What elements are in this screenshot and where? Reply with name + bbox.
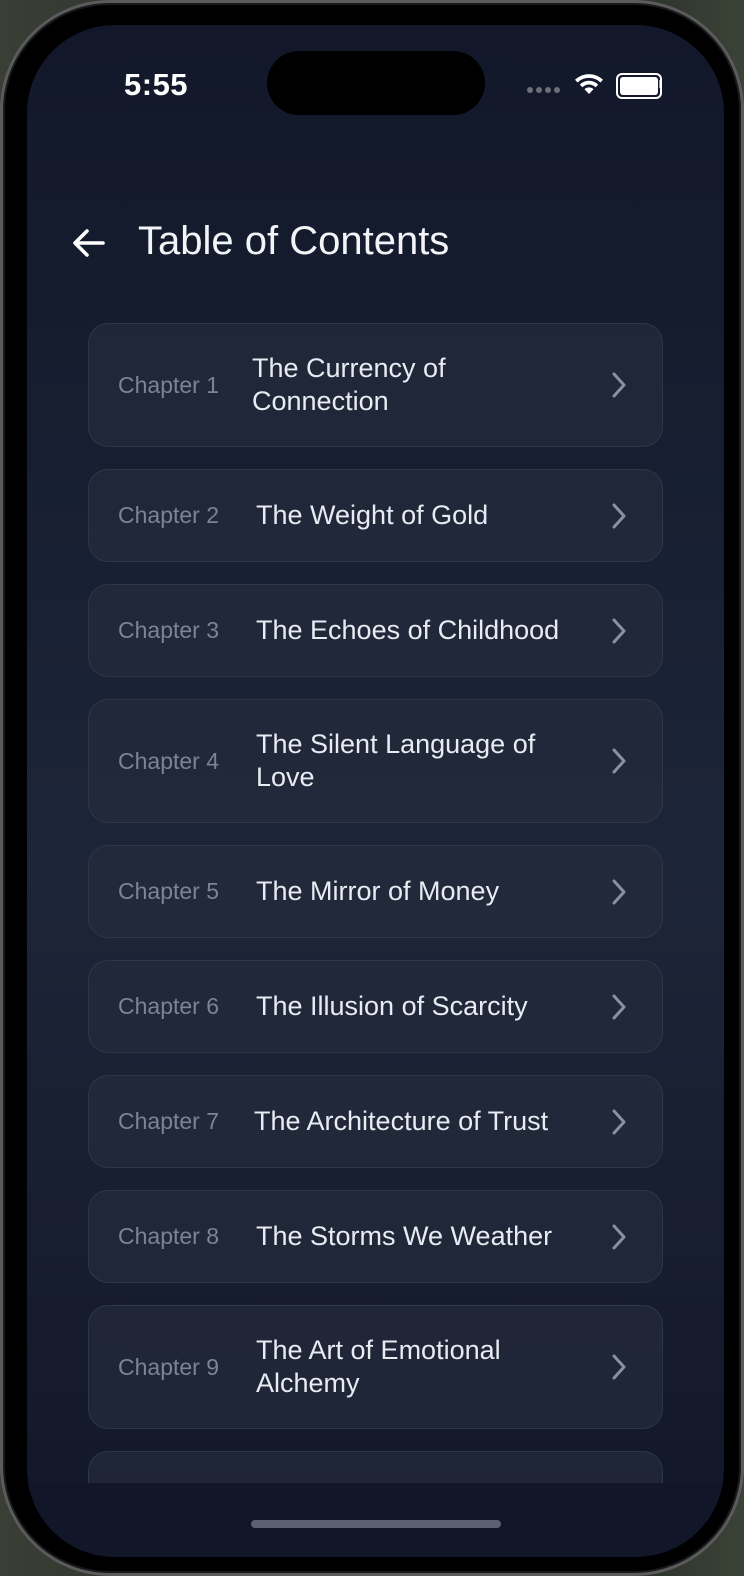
chapter-label: Chapter 2	[118, 502, 220, 528]
chapter-label: Chapter 7	[118, 1108, 220, 1134]
chapter-title: The Weight of Gold	[256, 500, 489, 530]
chapter-title: The Silent Language of Love	[256, 729, 536, 792]
chapter-row-6[interactable]: Chapter 6 The Illusion of Scarcity	[88, 960, 663, 1053]
chapter-row-7[interactable]: Chapter 7 The Architecture of Trust	[88, 1075, 663, 1168]
chapter-label: Chapter 5	[118, 878, 220, 904]
chevron-right-icon	[612, 748, 626, 774]
header: Table of Contents	[27, 215, 724, 275]
wifi-icon	[575, 74, 603, 94]
chapter-label: Chapter 8	[118, 1223, 220, 1249]
chapter-row-8[interactable]: Chapter 8 The Storms We Weather	[88, 1190, 663, 1283]
chevron-right-icon	[612, 879, 626, 904]
chapter-row-9[interactable]: Chapter 9 The Art of Emotional Alchemy	[88, 1305, 663, 1429]
app-screen: 5:55 Table of Contents Chapter 1 The Cur…	[27, 25, 724, 1557]
chapter-row-3[interactable]: Chapter 3 The Echoes of Childhood	[88, 584, 663, 677]
phone-frame: 5:55 Table of Contents Chapter 1 The Cur…	[0, 0, 744, 1576]
chevron-right-icon	[612, 994, 626, 1019]
chapter-title: The Architecture of Trust	[254, 1106, 549, 1136]
chapter-label: Chapter 9	[118, 1353, 220, 1380]
chapter-title: The Mirror of Money	[256, 876, 500, 906]
chapter-label: Chapter 1	[118, 371, 220, 398]
chapter-label: Chapter 6	[118, 993, 220, 1019]
chevron-right-icon	[612, 1109, 626, 1134]
back-button[interactable]	[67, 221, 111, 265]
battery-icon	[616, 73, 662, 99]
chapter-label: Chapter 4	[118, 747, 220, 774]
chevron-right-icon	[612, 1354, 626, 1380]
status-bar: 5:55	[27, 25, 724, 135]
chapter-label: Chapter 3	[118, 617, 220, 643]
status-time: 5:55	[124, 67, 189, 102]
chapter-row-5[interactable]: Chapter 5 The Mirror of Money	[88, 845, 663, 938]
battery-tip	[659, 80, 662, 88]
chapter-title: The Art of Emotional Alchemy	[256, 1335, 501, 1398]
chapter-row-4[interactable]: Chapter 4 The Silent Language of Love	[88, 699, 663, 823]
chevron-right-icon	[612, 1224, 626, 1249]
cellular-signal-icon	[527, 87, 560, 93]
chapter-row-2[interactable]: Chapter 2 The Weight of Gold	[88, 469, 663, 562]
arrow-left-icon	[73, 229, 105, 257]
chevron-right-icon	[612, 372, 626, 398]
chapter-title: The Illusion of Scarcity	[256, 991, 528, 1021]
chapter-title: The Storms We Weather	[256, 1221, 553, 1251]
chapter-title: The Echoes of Childhood	[256, 615, 560, 645]
chevron-right-icon	[612, 503, 626, 528]
chapter-row-1[interactable]: Chapter 1 The Currency of Connection	[88, 323, 663, 447]
page-title: Table of Contents	[138, 219, 450, 263]
chevron-right-icon	[612, 618, 626, 643]
chapter-list: Chapter 1 The Currency of Connection Cha…	[88, 323, 663, 1511]
chapter-title: The Currency of Connection	[252, 353, 446, 416]
home-indicator[interactable]	[251, 1520, 501, 1528]
dynamic-island	[267, 51, 485, 115]
